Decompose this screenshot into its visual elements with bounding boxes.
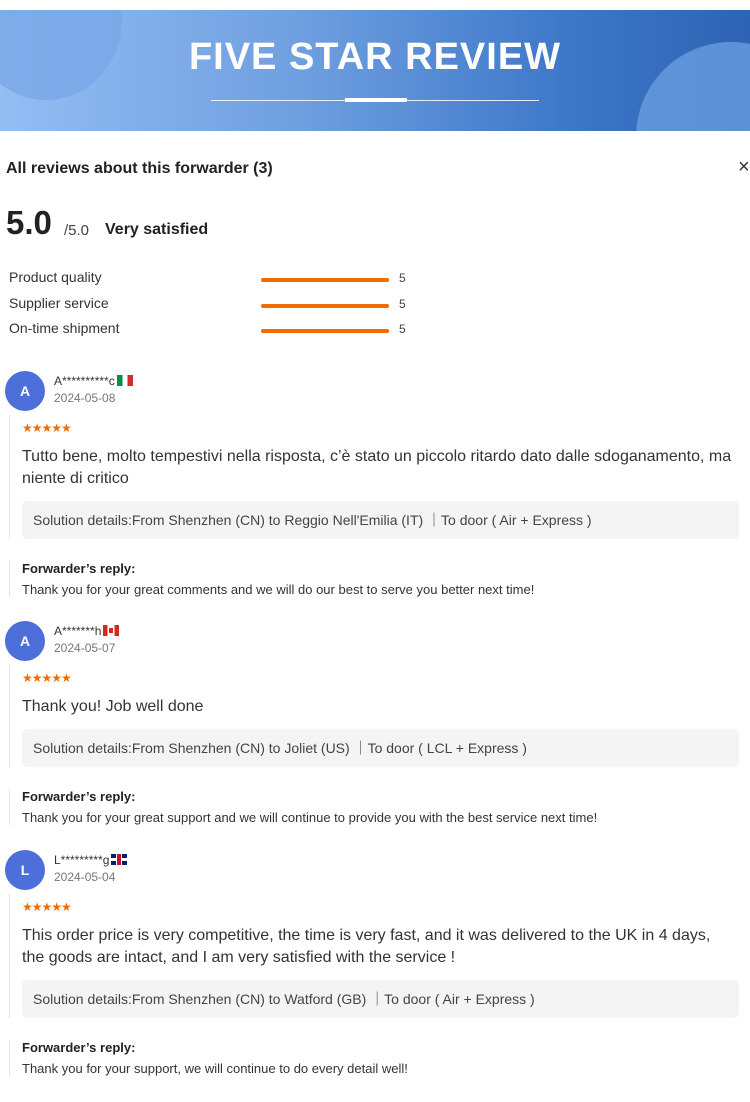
- review-text: This order price is very competitive, th…: [22, 927, 711, 966]
- solution-details: Solution details:From Shenzhen (CN) to J…: [22, 729, 739, 767]
- star-rating: ★★★★★: [22, 671, 72, 685]
- reply-text: Thank you for your great comments and we…: [22, 582, 535, 597]
- review-text: Tutto bene, molto tempestivi nella rispo…: [22, 448, 732, 487]
- metric-supplier-service: Supplier service 5: [9, 295, 429, 315]
- reply-text: Thank you for your support, we will cont…: [22, 1061, 408, 1076]
- reviewer-name: A*******h: [54, 624, 120, 638]
- review-text: Thank you! Job well done: [22, 698, 204, 715]
- italy-flag-icon: [116, 375, 133, 386]
- review-body: ★★★★★ Thank you! Job well done Solution …: [9, 665, 750, 767]
- uk-flag-icon: [111, 854, 128, 865]
- metric-bar-fill: [261, 329, 389, 333]
- metric-value: 5: [399, 297, 406, 311]
- banner-title: FIVE STAR REVIEW: [188, 36, 562, 78]
- metric-bar: [261, 278, 389, 282]
- review-body: ★★★★★ Tutto bene, molto tempestivi nella…: [9, 415, 750, 539]
- star-rating: ★★★★★: [22, 421, 72, 435]
- reviews-panel-title: All reviews about this forwarder (3): [6, 160, 273, 177]
- forwarder-reply: Forwarder’s reply: Thank you for your su…: [9, 1040, 750, 1076]
- star-rating: ★★★★★: [22, 900, 72, 914]
- metric-on-time-shipment: On-time shipment 5: [9, 320, 429, 340]
- forwarder-reply: Forwarder’s reply: Thank you for your gr…: [9, 789, 750, 825]
- metric-product-quality: Product quality 5: [9, 269, 429, 289]
- avatar: A: [5, 371, 45, 411]
- metric-value: 5: [399, 271, 406, 285]
- reviewer-name: A**********c: [54, 374, 133, 388]
- avatar: L: [5, 850, 45, 890]
- reply-label: Forwarder’s reply:: [22, 789, 136, 804]
- overall-score: 5.0: [6, 204, 52, 241]
- metric-label: Supplier service: [9, 295, 109, 311]
- reviewer-name-text: A*******h: [54, 624, 102, 638]
- banner-divider-accent: [345, 98, 407, 102]
- five-star-banner: FIVE STAR REVIEW: [0, 10, 750, 131]
- metric-value: 5: [399, 322, 406, 336]
- review-date: 2024-05-07: [54, 641, 116, 655]
- close-icon[interactable]: ×: [738, 156, 750, 179]
- solution-details: Solution details:From Shenzhen (CN) to R…: [22, 501, 739, 539]
- review-date: 2024-05-08: [54, 391, 116, 405]
- reply-text: Thank you for your great support and we …: [22, 810, 598, 825]
- metric-label: On-time shipment: [9, 320, 120, 336]
- reviewer-name-text: L*********g: [54, 853, 110, 867]
- metric-bar-fill: [261, 304, 389, 308]
- canada-flag-icon: [103, 625, 120, 636]
- forwarder-reply: Forwarder’s reply: Thank you for your gr…: [9, 561, 750, 597]
- score-max: /5.0: [64, 222, 90, 239]
- review-date: 2024-05-04: [54, 870, 116, 884]
- metric-label: Product quality: [9, 269, 102, 285]
- metric-bar: [261, 304, 389, 308]
- satisfaction-label: Very satisfied: [105, 221, 209, 238]
- avatar: A: [5, 621, 45, 661]
- reply-label: Forwarder’s reply:: [22, 561, 136, 576]
- reviewer-name-text: A**********c: [54, 374, 115, 388]
- reply-label: Forwarder’s reply:: [22, 1040, 136, 1055]
- reviewer-name: L*********g: [54, 853, 128, 867]
- metric-bar-fill: [261, 278, 389, 282]
- review-body: ★★★★★ This order price is very competiti…: [9, 894, 750, 1018]
- solution-details: Solution details:From Shenzhen (CN) to W…: [22, 980, 739, 1018]
- metric-bar: [261, 329, 389, 333]
